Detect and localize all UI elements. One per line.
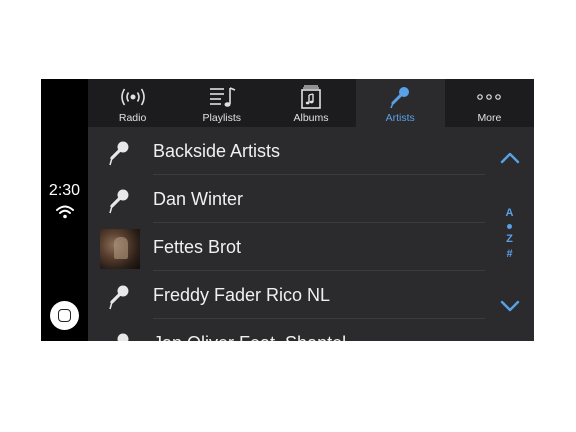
status-bar: 2:30 [41,79,88,341]
tab-artists[interactable]: Artists [355,79,445,127]
tab-radio-label: Radio [118,112,147,124]
list-item[interactable]: Freddy Fader Rico NL [88,271,485,319]
tab-more-label: More [477,112,502,124]
list-item[interactable]: Backside Artists [88,127,485,175]
chevron-down-icon[interactable] [500,299,520,313]
microphone-icon [109,285,129,310]
microphone-icon [109,189,129,214]
tab-playlists-label: Playlists [202,112,242,124]
microphone-icon [117,333,129,341]
list-item[interactable]: Fettes Brot [88,223,485,271]
microphone-icon [109,141,129,166]
artist-name: Dan Winter [153,189,244,209]
tab-artists-label: Artists [385,112,415,124]
index-letter-a[interactable]: A [485,207,534,219]
list-item[interactable]: Jan Oliver Feat. Shantel [88,319,485,341]
home-button[interactable] [50,301,79,330]
artist-icon-wrap [100,277,140,317]
radio-icon [120,88,145,106]
albums-icon [301,85,321,109]
tab-radio[interactable]: Radio [88,79,177,127]
tab-bar: Radio Playlists Albums Artists More [88,79,534,127]
artist-name: Backside Artists [153,141,281,161]
list-item[interactable]: Dan Winter [88,175,485,223]
tab-playlists[interactable]: Playlists [177,79,266,127]
more-icon [477,94,502,100]
artist-name: Freddy Fader Rico NL [153,285,331,305]
chevron-up-icon[interactable] [500,151,520,165]
artist-icon-wrap [100,133,140,173]
index-letter-hash[interactable]: # [485,248,534,260]
tab-more[interactable]: More [445,79,534,127]
artist-icon-wrap [100,181,140,221]
index-letter-z[interactable]: Z [485,233,534,245]
artist-photo [100,229,140,269]
alphabet-index: A Z # [485,127,534,341]
artist-icon-wrap [100,325,140,341]
playlists-icon [209,87,236,107]
carplay-screen: 2:30 Radio Playlists Albums Artists More… [41,79,534,341]
artist-list: Backside Artists Dan Winter Fettes Brot [88,127,485,341]
tab-albums-label: Albums [293,112,329,124]
artist-name: Fettes Brot [153,237,242,257]
microphone-icon [390,87,410,109]
index-dot [507,224,512,229]
artist-icon-wrap [100,229,140,269]
tab-albums[interactable]: Albums [266,79,355,127]
artist-name: Jan Oliver Feat. Shantel [153,333,346,341]
clock: 2:30 [48,182,81,199]
wifi-icon [56,205,74,219]
home-icon [58,309,71,322]
